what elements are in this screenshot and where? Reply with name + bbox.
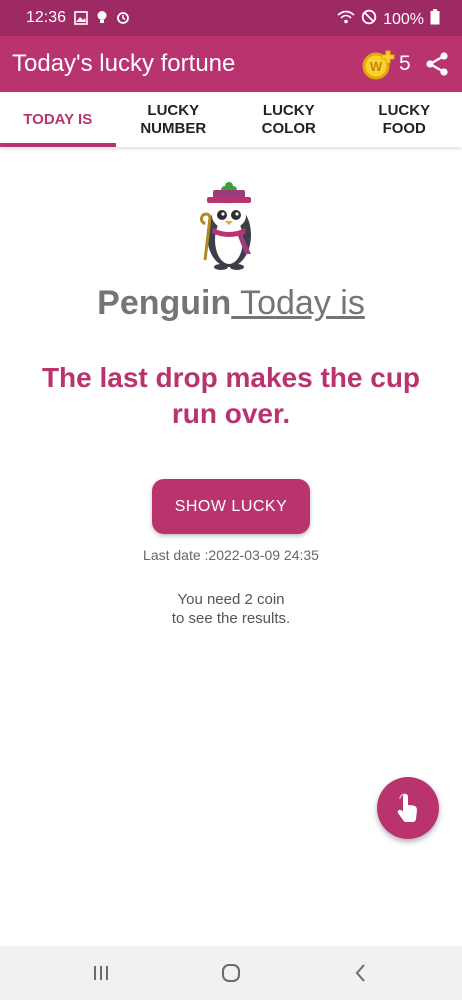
last-date: Last date :2022-03-09 24:35	[143, 547, 319, 563]
coin-letter: W	[370, 59, 383, 74]
tab-bar: TODAY IS LUCKY NUMBER LUCKY COLOR LUCKY …	[0, 92, 462, 147]
recent-apps-icon	[94, 966, 108, 980]
coin-icon: W	[362, 50, 395, 80]
tab-label: LUCKY NUMBER	[140, 101, 207, 137]
tab-lucky-number[interactable]: LUCKY NUMBER	[116, 92, 232, 147]
today-headline: Penguin Today is	[0, 284, 462, 323]
animal-name: Penguin	[97, 284, 232, 322]
system-nav-bar	[0, 946, 462, 1000]
touch-icon	[397, 793, 417, 822]
battery-text: 100%	[383, 10, 424, 28]
home-button[interactable]	[216, 960, 246, 986]
gallery-icon	[74, 10, 88, 30]
app-bar: Today's lucky fortune W 5	[0, 36, 462, 92]
tab-today-is[interactable]: TODAY IS	[0, 92, 116, 147]
home-icon	[222, 964, 240, 982]
today-is-label: Today is	[231, 284, 365, 322]
bulb-icon	[96, 10, 108, 30]
no-disturb-icon	[361, 9, 377, 30]
need-coin-line: You need 2 coin	[177, 591, 285, 608]
fortune-text: The last drop makes the cup run over.	[41, 362, 421, 429]
need-coin-line: to see the results.	[171, 610, 291, 627]
battery-icon	[430, 9, 440, 30]
tab-label: LUCKY COLOR	[261, 101, 316, 137]
need-coin-message: You need 2 coin to see the results.	[0, 590, 462, 628]
back-icon	[355, 964, 365, 982]
tap-fab-button[interactable]	[377, 777, 439, 839]
tab-lucky-food[interactable]: LUCKY FOOD	[347, 92, 462, 147]
tab-lucky-color[interactable]: LUCKY COLOR	[231, 92, 347, 147]
status-bar: 12:36 100%	[0, 0, 462, 36]
share-icon	[426, 52, 448, 76]
tab-label: TODAY IS	[23, 110, 93, 128]
share-button[interactable]	[424, 51, 450, 77]
wifi-icon	[337, 10, 355, 29]
app-title: Today's lucky fortune	[12, 50, 236, 77]
back-button[interactable]	[346, 960, 376, 986]
penguin-image	[191, 180, 263, 272]
recent-apps-button[interactable]	[86, 960, 116, 986]
coin-count: 5	[399, 52, 411, 75]
status-time: 12:36	[26, 9, 67, 26]
tab-label: LUCKY FOOD	[378, 101, 431, 137]
show-lucky-button[interactable]: SHOW LUCKY	[152, 479, 310, 534]
coin-button[interactable]: W	[360, 49, 396, 81]
sync-icon	[116, 11, 130, 30]
